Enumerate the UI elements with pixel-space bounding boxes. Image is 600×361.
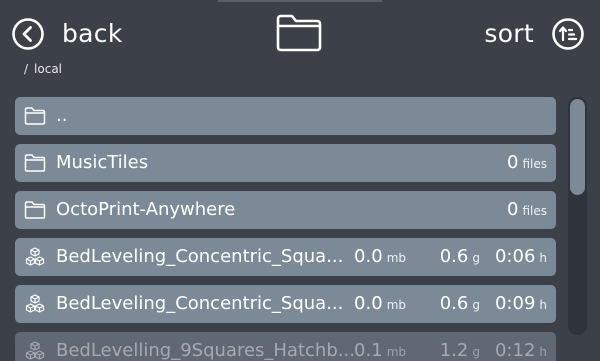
list-item-folder[interactable]: MusicTiles 0 files xyxy=(15,144,556,182)
file-name: MusicTiles xyxy=(56,152,149,173)
file-size: 0.1 mb xyxy=(354,332,406,361)
file-size-unit: mb xyxy=(386,251,406,265)
list-item-parent-folder[interactable]: .. xyxy=(15,97,556,135)
cubes-icon xyxy=(25,294,45,313)
list-item-gcode-file[interactable]: BedLeveling_Concentric_Squa... 0.0 mb 0.6… xyxy=(15,285,556,323)
list-item-folder[interactable]: OctoPrint-Anywhere 0 files xyxy=(15,191,556,229)
file-count: 0 files xyxy=(507,191,547,229)
file-count-unit: files xyxy=(522,157,547,171)
print-time-unit: h xyxy=(539,251,547,265)
cubes-icon xyxy=(25,247,45,266)
file-size: 0.0 mb xyxy=(354,285,406,323)
print-time-unit: h xyxy=(539,298,547,312)
file-size-value: 0.0 xyxy=(354,293,383,314)
top-edge-line xyxy=(218,0,382,2)
sort-label: sort xyxy=(484,19,534,48)
file-size: 0.0 mb xyxy=(354,238,406,276)
folder-icon xyxy=(276,14,322,52)
file-name: .. xyxy=(56,105,68,126)
file-name: BedLevelling_9Squares_Hatchb... xyxy=(56,340,355,361)
print-time-value: 0:06 xyxy=(494,246,536,267)
file-size-unit: mb xyxy=(386,298,406,312)
back-button[interactable]: back xyxy=(12,14,123,54)
filament-weight-value: 1.2 xyxy=(439,340,469,361)
print-time-unit: h xyxy=(539,345,547,359)
filament-weight: 0.6 g xyxy=(440,238,480,276)
folder-icon xyxy=(24,154,46,172)
breadcrumb: / local xyxy=(24,62,62,76)
print-time: 0:12 h xyxy=(495,332,547,361)
file-name: BedLeveling_Concentric_Squa... xyxy=(56,246,344,267)
breadcrumb-path: local xyxy=(34,62,63,76)
print-time-value: 0:12 xyxy=(494,340,536,361)
file-count: 0 files xyxy=(507,144,547,182)
file-count-value: 0 xyxy=(507,152,519,173)
list-item-gcode-file[interactable]: BedLevelling_9Squares_Hatchb... 0.1 mb 1.… xyxy=(15,332,556,361)
file-count-unit: files xyxy=(522,204,547,218)
file-name: OctoPrint-Anywhere xyxy=(56,199,236,220)
file-size-unit: mb xyxy=(386,345,406,359)
cubes-icon xyxy=(25,341,45,360)
sort-ascending-circle-icon xyxy=(552,18,584,50)
folder-icon xyxy=(24,107,46,125)
scrollbar-thumb[interactable] xyxy=(570,99,585,195)
folder-icon xyxy=(24,201,46,219)
file-count-value: 0 xyxy=(507,199,519,220)
breadcrumb-separator: / xyxy=(24,62,29,76)
filament-weight-unit: g xyxy=(472,345,480,359)
sort-button[interactable]: sort xyxy=(484,14,584,54)
print-time: 0:06 h xyxy=(495,238,547,276)
list-item-gcode-file[interactable]: BedLeveling_Concentric_Squa... 0.0 mb 0.6… xyxy=(15,238,556,276)
print-time-value: 0:09 xyxy=(494,293,536,314)
file-size-value: 0.1 xyxy=(354,340,383,361)
filament-weight-value: 0.6 xyxy=(439,293,469,314)
filament-weight-unit: g xyxy=(472,298,480,312)
back-label: back xyxy=(62,19,123,48)
filament-weight: 1.2 g xyxy=(440,332,480,361)
arrow-left-circle-icon xyxy=(12,18,44,50)
file-size-value: 0.0 xyxy=(354,246,383,267)
print-time: 0:09 h xyxy=(495,285,547,323)
filament-weight-value: 0.6 xyxy=(439,246,469,267)
filament-weight: 0.6 g xyxy=(440,285,480,323)
scrollbar[interactable] xyxy=(568,97,587,335)
file-name: BedLeveling_Concentric_Squa... xyxy=(56,293,344,314)
filament-weight-unit: g xyxy=(472,251,480,265)
file-list: .. MusicTiles 0 files OctoPrint-Anywhere … xyxy=(15,97,556,361)
